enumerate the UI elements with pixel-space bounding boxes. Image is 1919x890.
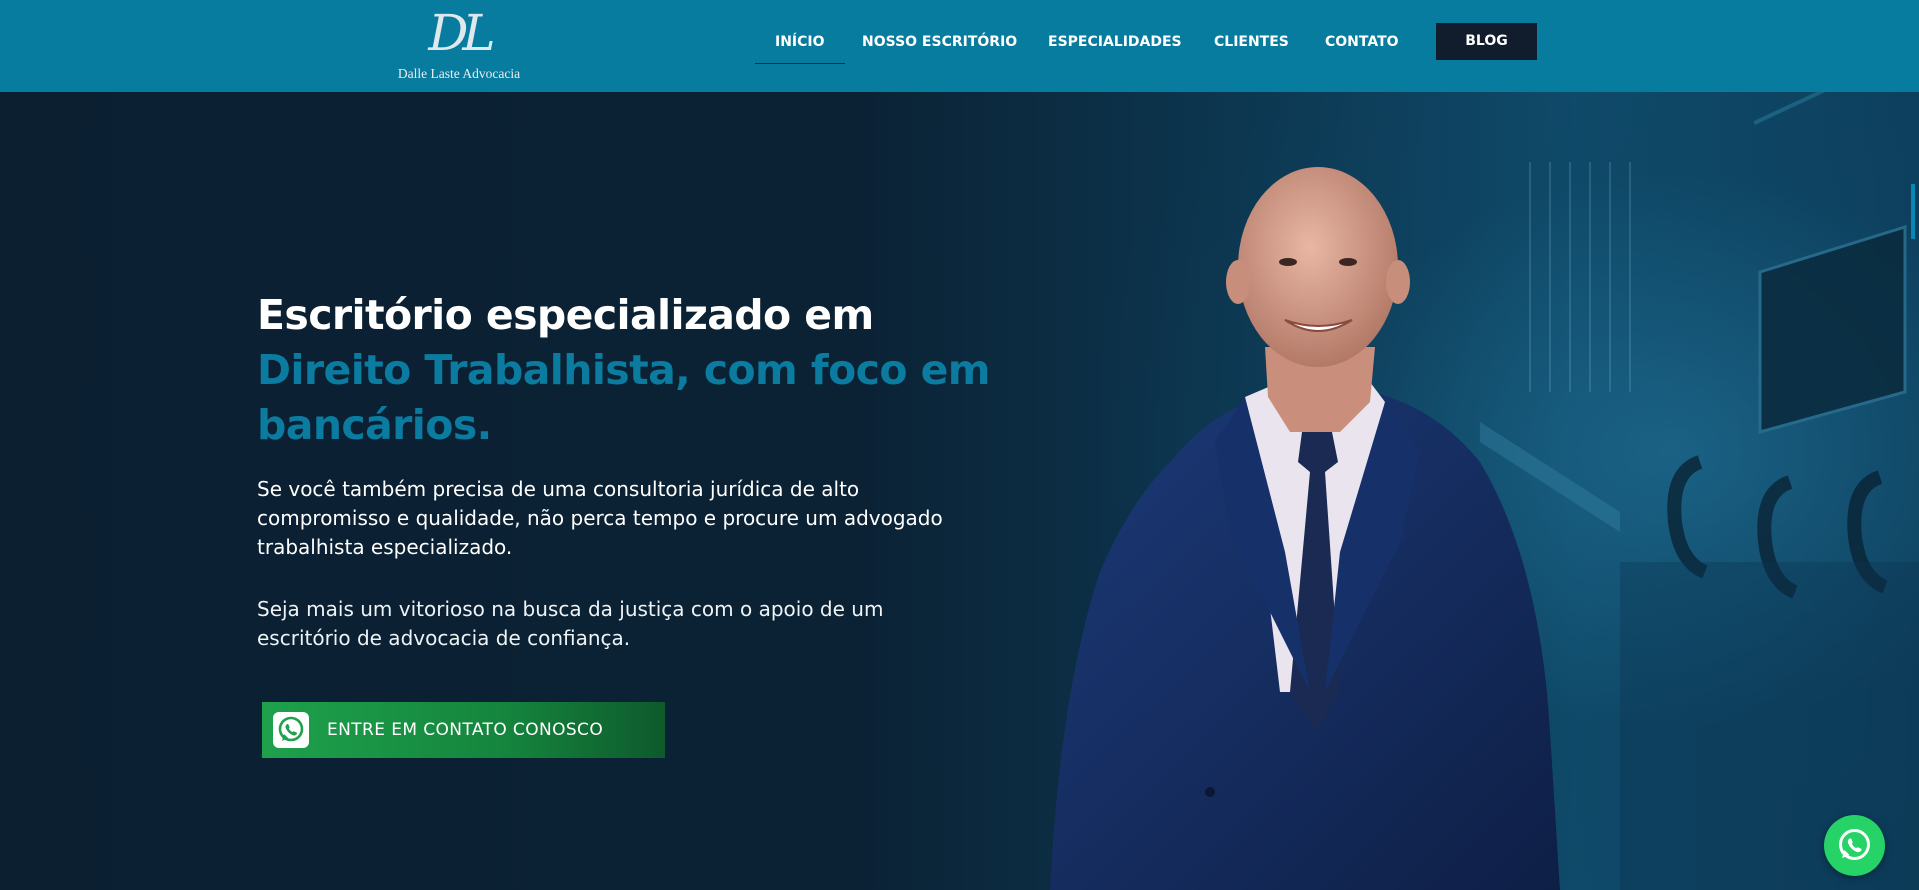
logo-name: Dalle Laste Advocacia bbox=[397, 66, 521, 81]
whatsapp-icon bbox=[1839, 829, 1870, 860]
lawyer-portrait bbox=[1050, 167, 1560, 890]
hero-title-highlight: Direito Trabalhista, com foco em bancári… bbox=[257, 346, 991, 449]
hero-paragraph-2: Seja mais um vitorioso na busca da justi… bbox=[257, 597, 884, 650]
nav-item-contato[interactable]: CONTATO bbox=[1325, 30, 1399, 54]
logo[interactable]: DL Dalle Laste Advocacia bbox=[396, 4, 522, 84]
hero-paragraph-1: Se você também precisa de uma consultori… bbox=[257, 477, 943, 559]
whatsapp-icon bbox=[273, 712, 309, 748]
nav-item-inicio[interactable]: INÍCIO bbox=[755, 30, 844, 64]
hero-title-line1: Escritório especializado em bbox=[257, 291, 874, 339]
logo-monogram: DL bbox=[428, 4, 495, 62]
site-header: DL Dalle Laste Advocacia INÍCIO NOSSO ES… bbox=[0, 0, 1919, 92]
nav-item-nosso-escritorio[interactable]: NOSSO ESCRITÓRIO bbox=[862, 30, 1017, 54]
contact-cta-label: ENTRE EM CONTATO CONOSCO bbox=[327, 720, 604, 740]
nav-item-especialidades[interactable]: ESPECIALIDADES bbox=[1048, 30, 1182, 54]
nav-item-clientes[interactable]: CLIENTES bbox=[1214, 30, 1289, 54]
scroll-indicator[interactable] bbox=[1911, 184, 1915, 239]
hero-section: Escritório especializado em Direito Trab… bbox=[0, 92, 1919, 890]
whatsapp-float-button[interactable] bbox=[1824, 815, 1885, 876]
whatsapp-icon-svg bbox=[278, 716, 304, 742]
contact-cta-button[interactable]: ENTRE EM CONTATO CONOSCO bbox=[262, 702, 665, 758]
blog-button[interactable]: BLOG bbox=[1436, 23, 1537, 60]
hero-title: Escritório especializado em Direito Trab… bbox=[257, 288, 1057, 453]
